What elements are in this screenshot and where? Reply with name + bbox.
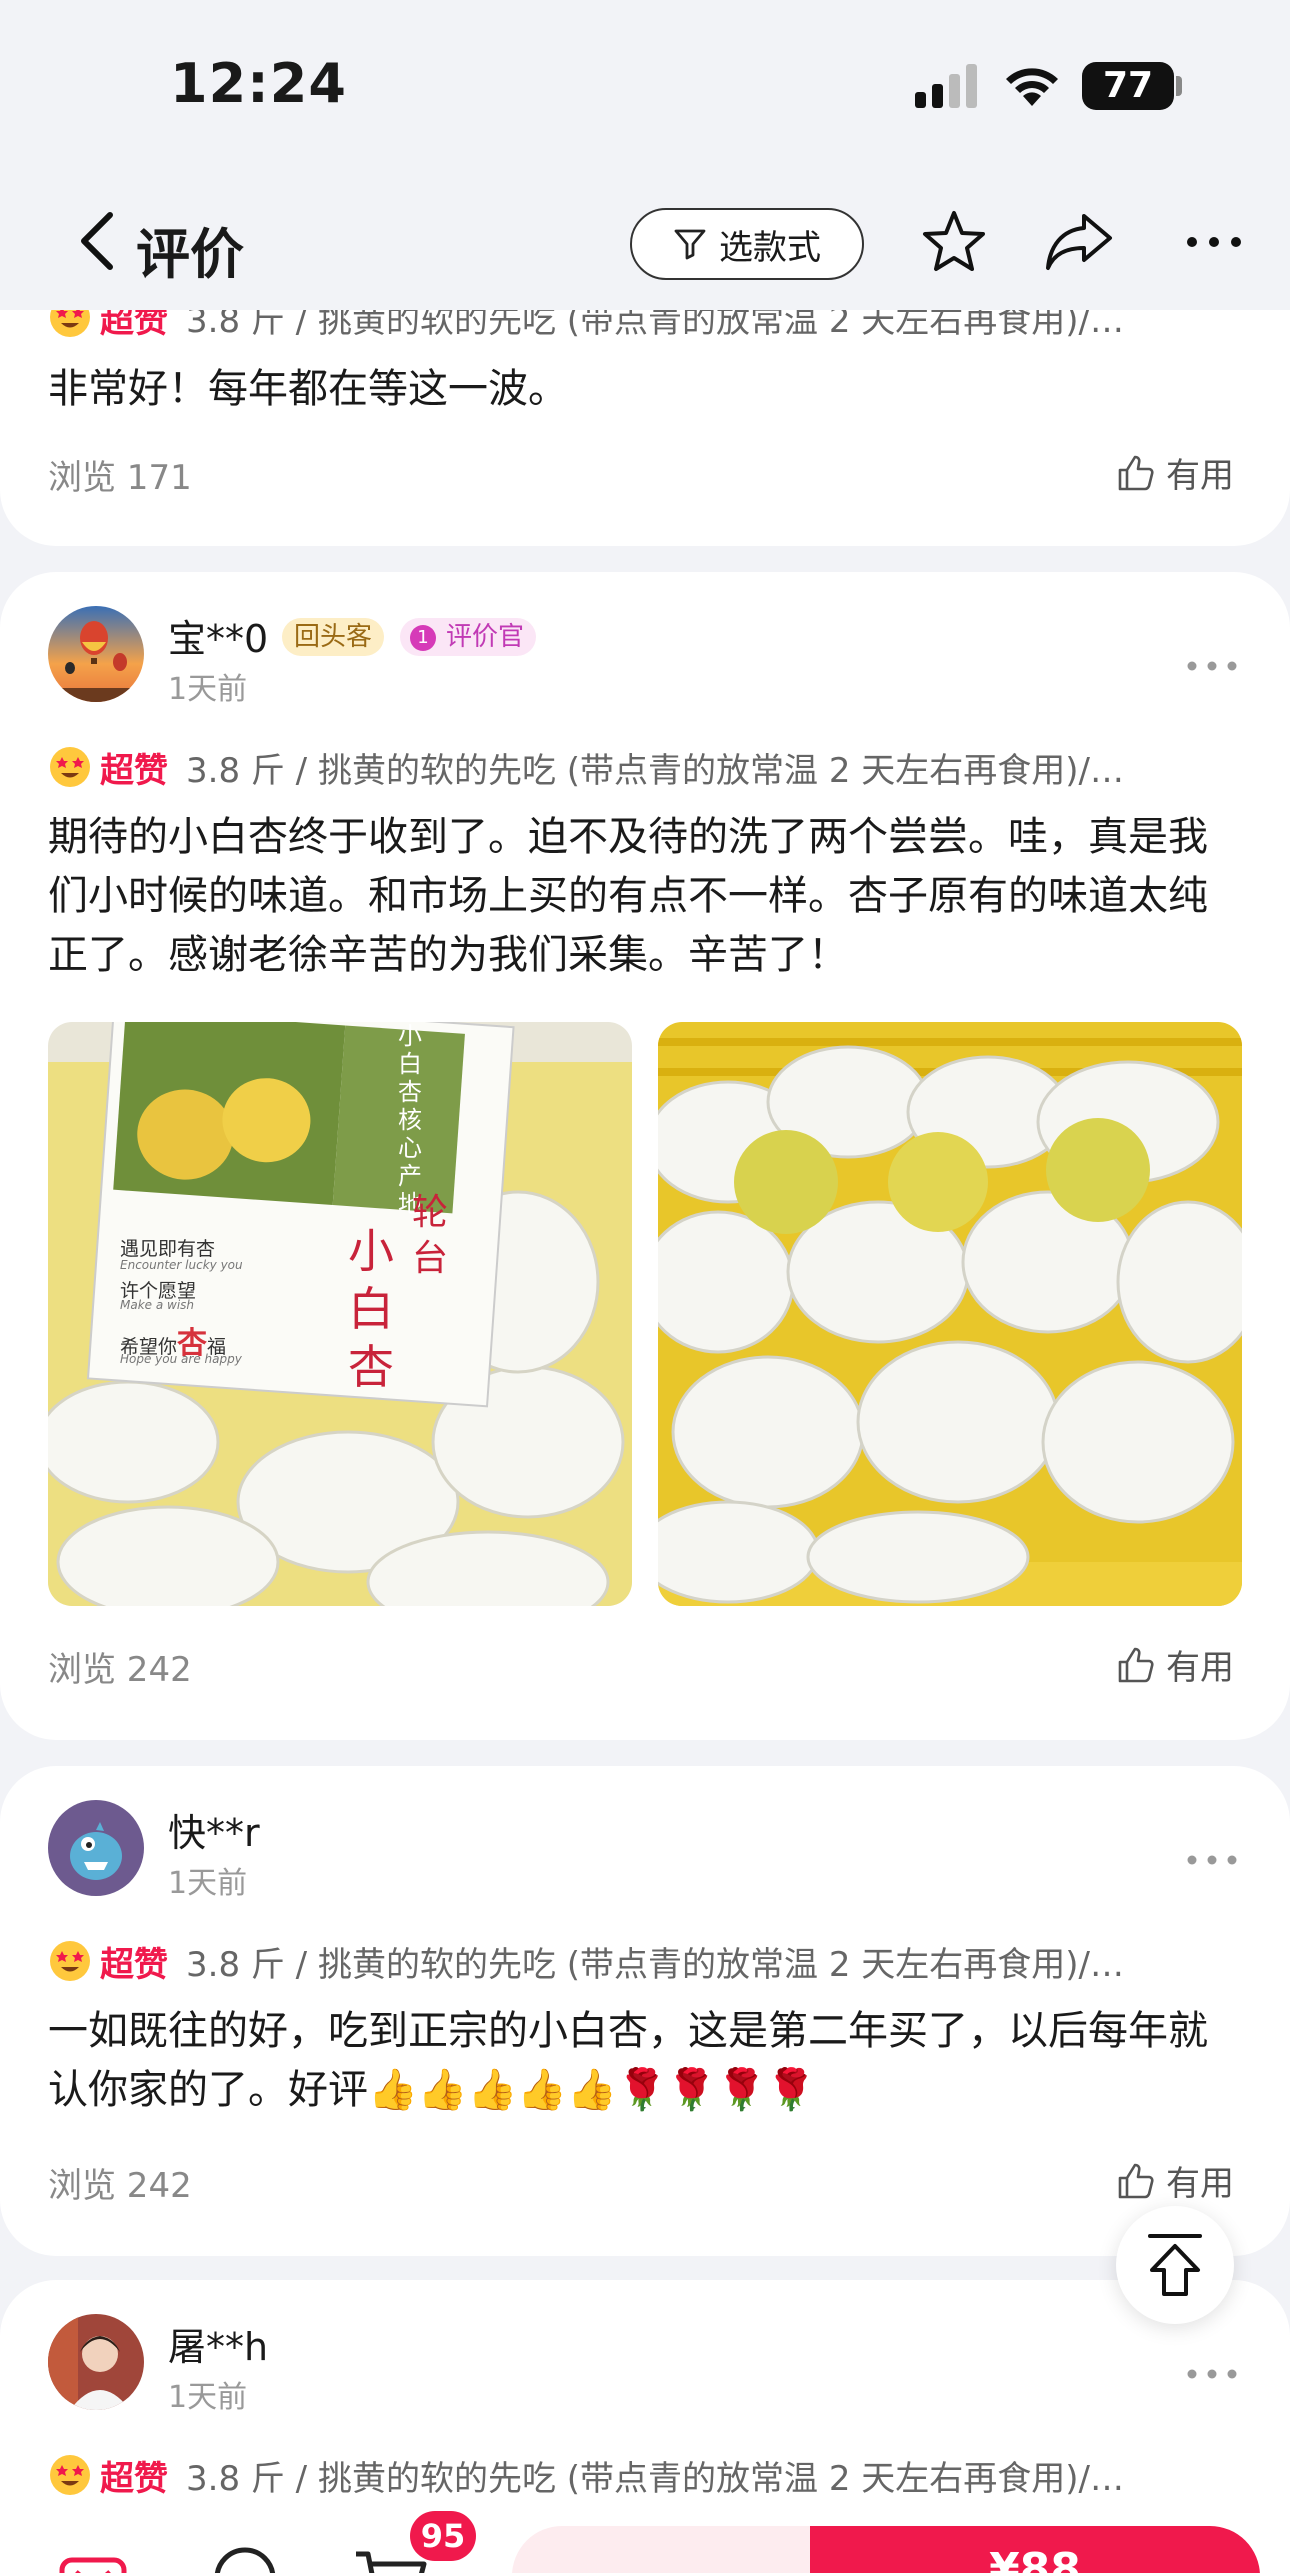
avatar[interactable] [48,2314,144,2410]
product-spec: 3.8 斤 / 挑黄的软的先吃 (带点青的放常温 2 天左右再食用)/… [186,2458,1124,2499]
useful-button[interactable]: 有用 [1116,2156,1234,2205]
product-spec: 3.8 斤 / 挑黄的软的先吃 (带点青的放常温 2 天左右再食用)/… [186,1944,1124,1985]
star-eyes-emoji-icon [50,747,90,787]
super-praise-label: 超赞 [100,1944,168,1985]
thumbs-up-icon [1118,2163,1154,2198]
review-date: 1天前 [168,2380,248,2415]
back-to-top-icon [1148,2234,1202,2296]
add-to-cart-button[interactable] [512,2526,822,2573]
review-date: 1天前 [168,1866,248,1901]
avatar[interactable] [48,606,144,702]
box-tagline-1-en: Encounter lucky you [120,1258,243,1272]
box-title-main: 小白杏 [348,1224,394,1394]
apricots-in-basket-photo [658,1022,1242,1606]
review-card: 宝**0 回头客 1 评价官 1天前 超赞 3.8 斤 / 挑黄的软的先吃 (带… [0,572,1290,1740]
review-card: 快**r 1天前 超赞 3.8 斤 / 挑黄的软的先吃 (带点青的放常温 2 天… [0,1766,1290,2256]
reviewer-badge: 1 评价官 [400,618,537,656]
shop-icon[interactable] [58,2546,128,2573]
review-more-icon[interactable] [1186,2364,1238,2384]
thumbs-up-icon [1118,455,1154,490]
useful-label: 有用 [1166,2164,1234,2204]
box-brand-vertical: 小白杏核心产地 [398,1022,422,1218]
review-text: 期待的小白杏终于收到了。迫不及待的洗了两个尝尝。哇，真是我们小时候的味道。和市场… [48,814,1208,978]
person-avatar-icon [48,2314,144,2410]
review-text: 一如既往的好，吃到正宗的小白杏，这是第二年买了，以后每年就认你家的了。好评👍👍👍… [48,2008,1208,2113]
nav-header: 评价 选款式 [0,170,1290,310]
buy-now-button[interactable]: ¥88 [810,2526,1260,2573]
share-icon[interactable] [1044,210,1114,274]
review-text: 非常好！每年都在等这一波。 [48,366,568,412]
cellular-signal-icon [915,64,977,108]
customer-service-icon[interactable] [210,2544,280,2573]
more-options-icon[interactable] [1184,224,1244,260]
funnel-icon [674,229,706,260]
filter-label: 选款式 [719,227,821,268]
box-title-side: 轮台 [412,1192,449,1279]
apricot-box-photo [48,1022,632,1606]
buy-price: ¥88 [989,2544,1081,2573]
box-tagline-2-en: Make a wish [120,1298,195,1312]
style-filter-button[interactable]: 选款式 [630,208,864,280]
star-eyes-emoji-icon [50,1941,90,1981]
review-date: 1天前 [168,672,248,707]
back-to-top-button[interactable] [1116,2206,1234,2324]
useful-label: 有用 [1166,1648,1234,1688]
super-praise-label: 超赞 [100,750,168,791]
status-bar: 12:24 77 [0,0,1290,170]
status-time: 12:24 [170,52,347,115]
favorite-star-icon[interactable] [920,208,988,276]
review-more-icon[interactable] [1186,1850,1238,1870]
monster-avatar-icon [48,1800,144,1896]
battery-indicator: 77 [1082,62,1174,110]
review-photo[interactable] [658,1022,1242,1606]
box-tagline-1: 遇见即有杏 [120,1238,216,1260]
rating-row: 超赞 3.8 斤 / 挑黄的软的先吃 (带点青的放常温 2 天左右再食用)/… [48,2450,1248,2500]
returning-customer-badge: 回头客 [282,618,385,656]
username[interactable]: 宝**0 [168,608,268,663]
star-eyes-emoji-icon [50,2455,90,2495]
review-more-icon[interactable] [1186,656,1238,676]
bottom-action-bar: ¥88 [0,2504,1290,2573]
wifi-icon [1006,68,1058,106]
username[interactable]: 屠**h [168,2316,268,2371]
battery-cap [1176,76,1182,96]
view-count: 浏览 242 [48,2166,192,2206]
product-spec: 3.8 斤 / 挑黄的软的先吃 (带点青的放常温 2 天左右再食用)/… [186,750,1124,791]
page-title: 评价 [136,223,244,286]
view-count: 浏览 242 [48,1650,192,1690]
rating-row: 超赞 3.8 斤 / 挑黄的软的先吃 (带点青的放常温 2 天左右再食用)/… [48,742,1248,792]
reviewer-badge-label: 评价官 [446,622,525,652]
box-wish-en: Hope you are happy [120,1352,242,1366]
review-page: 12:24 77 超赞 3.8 斤 / 挑黄的软的先吃 (带点青的放常温 2 天… [0,0,1290,2573]
useful-button[interactable]: 有用 [1116,1640,1234,1689]
view-count: 浏览 171 [48,458,192,498]
rating-row: 超赞 3.8 斤 / 挑黄的软的先吃 (带点青的放常温 2 天左右再食用)/… [48,1936,1248,1986]
avatar[interactable] [48,1800,144,1896]
thumbs-up-icon [1118,1647,1154,1682]
useful-label: 有用 [1166,456,1234,496]
medal-icon: 1 [410,625,436,651]
super-praise-label: 超赞 [100,2458,168,2499]
back-arrow-icon[interactable] [74,211,122,271]
cart-count-badge: 95 [410,2511,476,2561]
useful-button[interactable]: 有用 [1116,448,1234,497]
review-photo[interactable]: 小白杏核心产地 遇见即有杏 Encounter lucky you 许个愿望 M… [48,1022,632,1606]
username[interactable]: 快**r [168,1802,260,1857]
hot-air-balloon-avatar-icon [48,606,144,702]
